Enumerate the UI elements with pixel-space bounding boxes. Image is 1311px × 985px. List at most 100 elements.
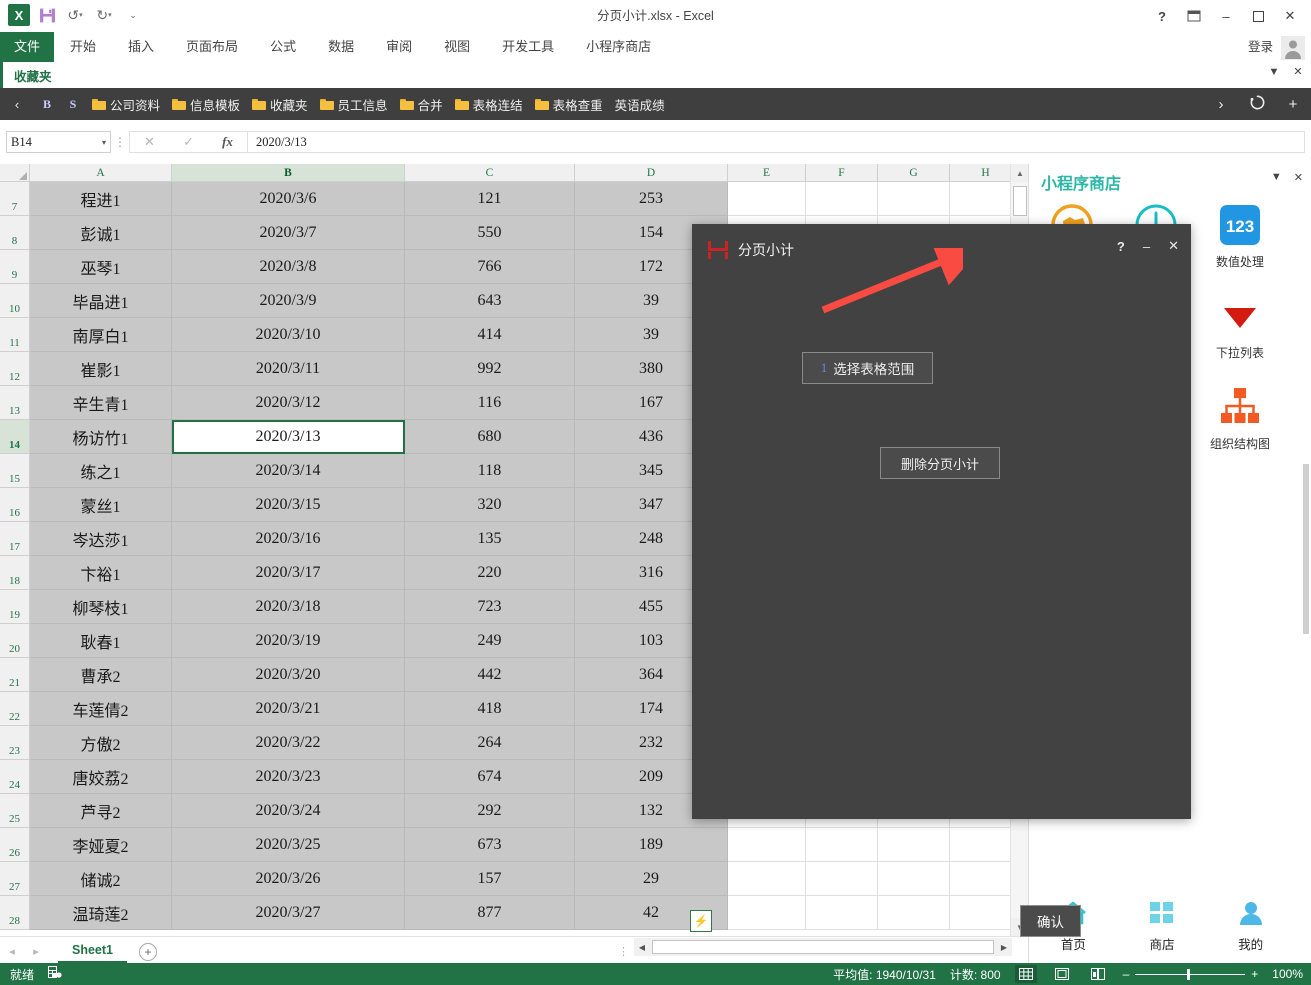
cell-B27[interactable]: 2020/3/26 [172, 862, 405, 896]
cell-B8[interactable]: 2020/3/7 [172, 216, 405, 250]
favorites-shortcut-s[interactable]: S [60, 97, 86, 112]
cell-B22[interactable]: 2020/3/21 [172, 692, 405, 726]
ribbon-tab-0[interactable]: 文件 [0, 32, 55, 62]
cell-C26[interactable]: 673 [405, 828, 575, 862]
cell-A15[interactable]: 练之1 [30, 454, 172, 488]
row-header-14[interactable]: 14 [0, 420, 30, 454]
cell-B19[interactable]: 2020/3/18 [172, 590, 405, 624]
cell-G28[interactable] [878, 896, 950, 930]
row-header-19[interactable]: 19 [0, 590, 30, 624]
close-button[interactable]: ✕ [1275, 3, 1305, 29]
insert-function-icon[interactable]: fx [222, 134, 233, 150]
dialog-help-button[interactable]: ? [1117, 239, 1125, 254]
cell-F27[interactable] [806, 862, 878, 896]
cell-A23[interactable]: 方傲2 [30, 726, 172, 760]
cell-E28[interactable] [728, 896, 806, 930]
select-all-corner[interactable] [0, 164, 30, 182]
cell-B25[interactable]: 2020/3/24 [172, 794, 405, 828]
mini-panel-close-icon[interactable]: ✕ [1294, 171, 1303, 184]
favorites-item-2[interactable]: 收藏夹 [246, 95, 314, 114]
column-header-B[interactable]: B [172, 164, 405, 182]
page-break-view-icon[interactable] [1087, 965, 1109, 983]
favorites-refresh-icon[interactable] [1239, 94, 1275, 115]
cell-C8[interactable]: 550 [405, 216, 575, 250]
name-box[interactable]: B14 ▾ [6, 131, 111, 153]
cancel-icon[interactable]: ✕ [144, 134, 155, 150]
row-header-21[interactable]: 21 [0, 658, 30, 692]
cell-D27[interactable]: 29 [575, 862, 728, 896]
cell-A10[interactable]: 毕晶进1 [30, 284, 172, 318]
cell-B28[interactable]: 2020/3/27 [172, 896, 405, 930]
cell-B17[interactable]: 2020/3/16 [172, 522, 405, 556]
cell-B14[interactable]: 2020/3/13 [172, 420, 405, 454]
column-header-G[interactable]: G [878, 164, 950, 182]
favorites-item-3[interactable]: 员工信息 [314, 95, 394, 114]
row-header-12[interactable]: 12 [0, 352, 30, 386]
column-header-F[interactable]: F [806, 164, 878, 182]
favorites-close-icon[interactable]: ✕ [1291, 65, 1305, 78]
cell-B11[interactable]: 2020/3/10 [172, 318, 405, 352]
sheet-next-icon[interactable]: ▸ [24, 945, 48, 958]
cell-A14[interactable]: 杨访竹1 [30, 420, 172, 454]
cell-C15[interactable]: 118 [405, 454, 575, 488]
cell-A13[interactable]: 辛生青1 [30, 386, 172, 420]
cell-C16[interactable]: 320 [405, 488, 575, 522]
cell-A8[interactable]: 彭诚1 [30, 216, 172, 250]
cell-B26[interactable]: 2020/3/25 [172, 828, 405, 862]
row-header-7[interactable]: 7 [0, 182, 30, 216]
row-header-18[interactable]: 18 [0, 556, 30, 590]
add-sheet-icon[interactable]: + [139, 942, 157, 961]
row-header-8[interactable]: 8 [0, 216, 30, 250]
delete-page-subtotal-button[interactable]: 删除分页小计 [880, 447, 1000, 479]
dialog-minimize-button[interactable]: – [1143, 239, 1150, 254]
row-header-24[interactable]: 24 [0, 760, 30, 794]
row-header-20[interactable]: 20 [0, 624, 30, 658]
select-range-button[interactable]: 1 选择表格范围 [802, 352, 933, 384]
ribbon-tab-4[interactable]: 公式 [254, 32, 312, 62]
cell-B13[interactable]: 2020/3/12 [172, 386, 405, 420]
cell-C13[interactable]: 116 [405, 386, 575, 420]
cell-A7[interactable]: 程进1 [30, 182, 172, 216]
mini-app-org-chart[interactable]: 组织结构图 [1203, 378, 1277, 467]
cell-A9[interactable]: 巫琴1 [30, 250, 172, 284]
formula-input[interactable]: 2020/3/13 [247, 131, 1305, 153]
cell-A21[interactable]: 曹承2 [30, 658, 172, 692]
cell-C28[interactable]: 877 [405, 896, 575, 930]
hscroll-right-icon[interactable]: ▶ [996, 939, 1012, 955]
vertical-scroll-thumb[interactable] [1013, 186, 1027, 216]
ribbon-tab-6[interactable]: 审阅 [370, 32, 428, 62]
favorites-collapse-icon[interactable]: ▼ [1267, 66, 1281, 78]
row-header-9[interactable]: 9 [0, 250, 30, 284]
ribbon-tab-9[interactable]: 小程序商店 [570, 32, 667, 62]
cell-E7[interactable] [728, 182, 806, 216]
horizontal-scroll-thumb[interactable] [652, 940, 994, 954]
favorites-item-5[interactable]: 表格连结 [449, 95, 529, 114]
cell-C23[interactable]: 264 [405, 726, 575, 760]
undo-icon[interactable]: ↺ ▾ [64, 5, 86, 25]
column-header-A[interactable]: A [30, 164, 172, 182]
favorites-item-0[interactable]: 公司资料 [86, 95, 166, 114]
cell-A12[interactable]: 崔影1 [30, 352, 172, 386]
cell-A16[interactable]: 蒙丝1 [30, 488, 172, 522]
row-header-13[interactable]: 13 [0, 386, 30, 420]
row-header-26[interactable]: 26 [0, 828, 30, 862]
row-header-22[interactable]: 22 [0, 692, 30, 726]
cell-C12[interactable]: 992 [405, 352, 575, 386]
cell-C24[interactable]: 674 [405, 760, 575, 794]
cell-A18[interactable]: 卞裕1 [30, 556, 172, 590]
cell-F28[interactable] [806, 896, 878, 930]
mini-panel-nav-store[interactable]: 商店 [1118, 895, 1207, 957]
cell-B10[interactable]: 2020/3/9 [172, 284, 405, 318]
zoom-level[interactable]: 100% [1272, 967, 1303, 981]
mini-panel-scroll-thumb[interactable] [1303, 464, 1309, 634]
cell-B12[interactable]: 2020/3/11 [172, 352, 405, 386]
hscroll-left-icon[interactable]: ◀ [634, 939, 650, 955]
favorites-add-icon[interactable]: + [1275, 96, 1311, 113]
redo-icon[interactable]: ↻ ▾ [93, 5, 115, 25]
cell-B9[interactable]: 2020/3/8 [172, 250, 405, 284]
mini-app-number-123[interactable]: 123 数值处理 [1203, 196, 1277, 285]
minimize-button[interactable]: – [1211, 3, 1241, 29]
cell-A19[interactable]: 柳琴枝1 [30, 590, 172, 624]
cell-A27[interactable]: 储诚2 [30, 862, 172, 896]
cell-C19[interactable]: 723 [405, 590, 575, 624]
